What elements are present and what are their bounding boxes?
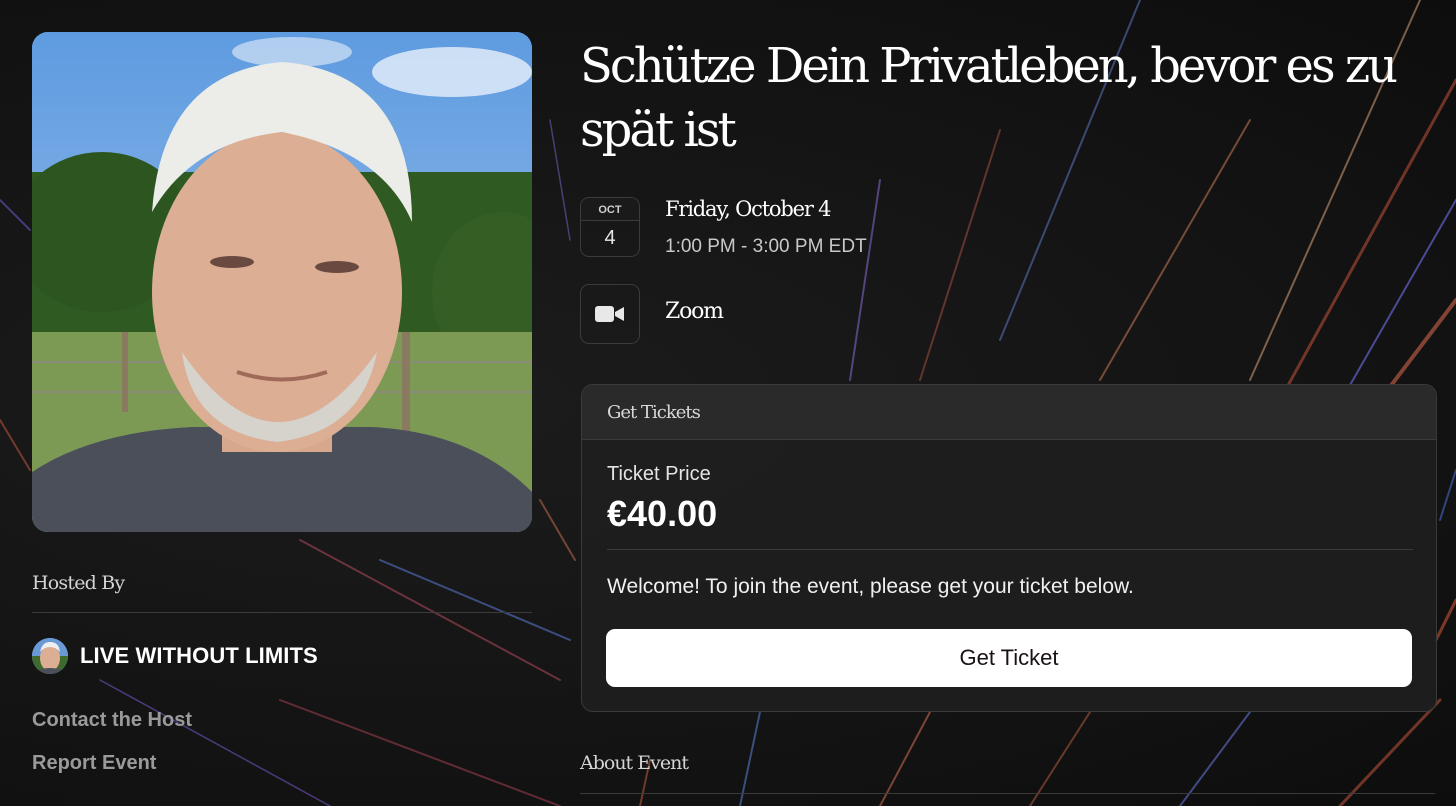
hosted-by-label: Hosted By <box>32 572 125 594</box>
ticket-card-header: Get Tickets <box>582 385 1436 440</box>
divider <box>580 793 1435 794</box>
host-name: LIVE WITHOUT LIMITS <box>80 643 318 668</box>
contact-host-link[interactable]: Contact the Host <box>32 709 192 732</box>
ticket-price-label: Ticket Price <box>607 463 711 485</box>
welcome-message: Welcome! To join the event, please get y… <box>607 575 1134 598</box>
ticket-card: Get Tickets Ticket Price €40.00 Welcome!… <box>581 384 1437 712</box>
event-cover-image <box>32 32 532 532</box>
host-profile[interactable]: LIVE WITHOUT LIMITS <box>32 638 318 674</box>
calendar-day: 4 <box>604 227 616 249</box>
divider <box>32 612 532 613</box>
about-event-heading: About Event <box>580 752 689 774</box>
get-ticket-button[interactable]: Get Ticket <box>606 629 1412 687</box>
report-event-link[interactable]: Report Event <box>32 752 156 775</box>
event-title: Schütze Dein Privatleben, bevor es zu sp… <box>580 38 1398 158</box>
event-date: Friday, October 4 <box>665 197 832 221</box>
ticket-price-value: €40.00 <box>607 493 718 534</box>
divider <box>607 549 1413 550</box>
calendar-icon: OCT 4 <box>580 197 640 257</box>
video-camera-icon <box>580 284 640 344</box>
event-time: 1:00 PM - 3:00 PM EDT <box>665 236 867 257</box>
host-avatar <box>32 638 68 674</box>
event-location[interactable]: Zoom <box>665 299 724 324</box>
calendar-month: OCT <box>581 198 639 221</box>
